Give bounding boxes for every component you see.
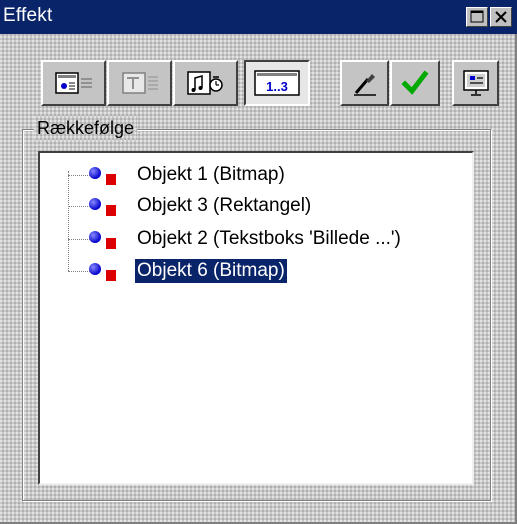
eyedropper-button[interactable] xyxy=(340,60,389,106)
list-item-label: Objekt 1 (Bitmap) xyxy=(137,164,285,185)
order-group-label: Rækkefølge xyxy=(34,116,137,140)
object-icon xyxy=(88,197,124,222)
order-label: 1..3 xyxy=(266,79,288,94)
sound-timing-tab-button[interactable] xyxy=(173,60,238,106)
maximize-button[interactable] xyxy=(466,7,488,27)
list-item[interactable]: Objekt 1 (Bitmap) xyxy=(40,160,460,192)
list-item[interactable]: Objekt 2 (Tekstboks 'Billede ...') xyxy=(40,224,460,256)
apply-button[interactable] xyxy=(390,60,440,106)
object-icon xyxy=(88,262,124,287)
object-icon xyxy=(88,166,124,191)
title-bar[interactable]: Effekt xyxy=(0,0,517,34)
text-tab-button[interactable] xyxy=(107,60,172,106)
list-item-label: Objekt 6 (Bitmap) xyxy=(135,259,287,283)
order-tab-button[interactable]: 1..3 xyxy=(244,60,310,106)
list-item-selected[interactable]: Objekt 6 (Bitmap) xyxy=(40,256,460,288)
list-item-label: Objekt 2 (Tekstboks 'Billede ...') xyxy=(137,228,401,249)
effect-window: Effekt 1..3 Rækkefølge Objekt 1 (Bitmap)… xyxy=(0,0,517,524)
window-title: Effekt xyxy=(3,5,53,26)
effect-tab-button[interactable] xyxy=(41,60,106,106)
list-item[interactable]: Objekt 3 (Rektangel) xyxy=(40,191,460,223)
preview-button[interactable] xyxy=(452,60,499,106)
order-list[interactable]: Objekt 1 (Bitmap) Objekt 3 (Rektangel) O… xyxy=(38,151,474,485)
list-item-label: Objekt 3 (Rektangel) xyxy=(137,195,312,216)
object-icon xyxy=(88,230,124,255)
close-button[interactable] xyxy=(490,7,512,27)
